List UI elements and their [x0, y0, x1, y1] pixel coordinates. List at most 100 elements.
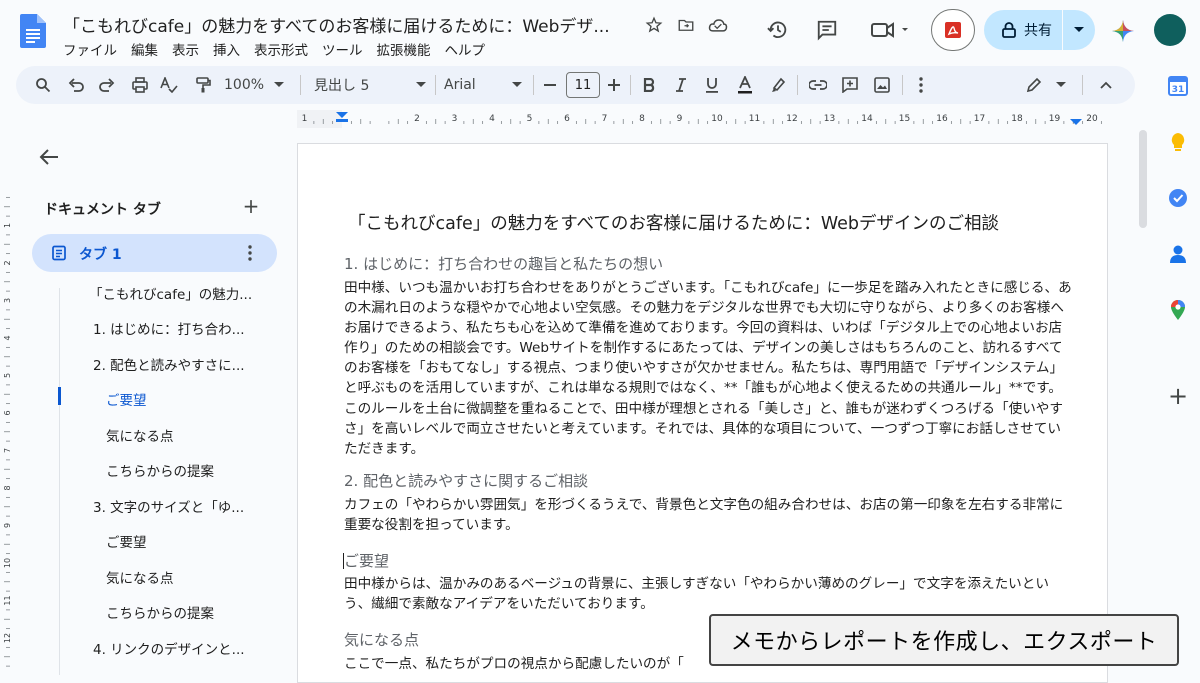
vruler-label: 9: [3, 523, 12, 528]
vertical-ruler[interactable]: 1 2 3 4 5 6 7 8 9 10 11 12: [0, 128, 14, 675]
insert-comment-icon[interactable]: [840, 75, 860, 95]
menu-edit[interactable]: 編集: [124, 38, 165, 60]
horizontal-ruler[interactable]: 1 2 3 4 5 6 7 8 9 10 11 12 13 14 15 16 17 18 19 20: [297, 110, 1108, 128]
spellcheck-icon[interactable]: [159, 75, 179, 95]
more-options-icon[interactable]: [913, 75, 929, 95]
menu-extensions[interactable]: 拡張機能: [370, 38, 438, 60]
print-icon[interactable]: [130, 75, 150, 95]
chevron-down-icon: [1056, 82, 1066, 87]
vruler-label: 6: [3, 410, 12, 415]
share-dropdown-icon[interactable]: [1063, 10, 1095, 50]
add-tab-icon[interactable]: +: [241, 194, 261, 218]
ruler-label: 3: [452, 114, 458, 124]
ruler-label: 6: [564, 114, 570, 124]
paint-format-icon[interactable]: [193, 75, 213, 95]
tab-1-label: タブ 1: [79, 247, 122, 263]
ruler-label: 9: [677, 114, 683, 124]
editing-mode-select[interactable]: [1026, 75, 1066, 95]
ruler-label: 1: [302, 114, 308, 124]
maps-icon[interactable]: [1166, 298, 1190, 322]
menu-view[interactable]: 表示: [165, 38, 206, 60]
vruler-label: 8: [3, 485, 12, 490]
menu-tools[interactable]: ツール: [315, 38, 370, 60]
docs-logo-icon[interactable]: [20, 14, 46, 48]
svg-text:31: 31: [1172, 85, 1185, 95]
increase-font-size-icon[interactable]: [606, 75, 622, 95]
move-folder-icon[interactable]: [675, 14, 697, 36]
ruler-label: 14: [861, 114, 873, 124]
ruler-label: 8: [639, 114, 645, 124]
cloud-saved-icon[interactable]: [707, 14, 729, 36]
comments-icon[interactable]: [815, 18, 839, 42]
paragraph-style-select[interactable]: 見出し 5: [314, 75, 426, 95]
calendar-icon[interactable]: 31: [1166, 74, 1190, 98]
font-size-input[interactable]: 11: [566, 72, 600, 98]
tab-more-icon[interactable]: [242, 243, 258, 263]
ruler-label: 10: [711, 114, 723, 124]
hide-menus-icon[interactable]: [1096, 75, 1116, 95]
section-heading: 2. 配色と読みやすさに関するご相談: [344, 472, 589, 490]
outline-item[interactable]: こちらからの提案: [106, 602, 276, 622]
meet-call-button[interactable]: [868, 18, 912, 42]
document-title[interactable]: 「こもれびcafe」の魅力をすべてのお客様に届けるために：Webデザ...: [63, 12, 633, 37]
outline-item[interactable]: 4. リンクのデザインと...: [93, 638, 263, 658]
ruler-label: 4: [489, 114, 495, 124]
insert-image-icon[interactable]: [872, 75, 892, 95]
version-history-icon[interactable]: [766, 18, 790, 42]
header: 「こもれびcafe」の魅力をすべてのお客様に届けるために：Webデザ... ファ…: [0, 0, 1200, 64]
outline-item[interactable]: ご要望: [106, 531, 276, 551]
zoom-select[interactable]: 100%: [224, 75, 288, 95]
outline-item[interactable]: 3. 文字のサイズと「ゆ...: [93, 496, 263, 516]
chevron-down-icon: [416, 82, 426, 87]
share-button[interactable]: 共有: [984, 10, 1095, 50]
font-select[interactable]: Arial: [444, 75, 522, 95]
pencil-icon: [1026, 77, 1042, 93]
tab-1[interactable]: タブ 1: [32, 234, 277, 272]
decrease-font-size-icon[interactable]: [542, 75, 558, 95]
menu-format[interactable]: 表示形式: [247, 38, 315, 60]
vruler-label: 10: [3, 558, 12, 568]
contacts-icon[interactable]: [1166, 242, 1190, 266]
bold-icon[interactable]: [640, 75, 658, 95]
outline-item[interactable]: 1. はじめに：打ち合わ...: [93, 318, 263, 338]
menu-insert[interactable]: 挿入: [206, 38, 247, 60]
share-label: 共有: [1024, 23, 1052, 39]
outline-item[interactable]: 気になる点: [106, 425, 276, 445]
text-color-icon[interactable]: [735, 75, 755, 95]
ruler-label: 15: [899, 114, 910, 124]
keep-icon[interactable]: [1166, 130, 1190, 154]
underline-icon[interactable]: [703, 75, 721, 95]
menu-help[interactable]: ヘルプ: [438, 38, 493, 60]
highlight-color-icon[interactable]: [768, 75, 788, 95]
undo-icon[interactable]: [66, 75, 86, 95]
vruler-label: 3: [3, 298, 12, 303]
paragraph: 田中様、いつも温かいお打ち合わせをありがとうございます。「こもれびcafe」に一…: [344, 280, 1072, 457]
menu-file[interactable]: ファイル: [56, 38, 124, 60]
vruler-label: 2: [3, 260, 12, 265]
ruler-label: 11: [749, 114, 760, 124]
right-indent-marker[interactable]: [1070, 119, 1082, 125]
toolbar: 100% 見出し 5 Arial 11: [16, 66, 1135, 104]
italic-icon[interactable]: [672, 75, 690, 95]
document-page[interactable]: 「こもれびcafe」の魅力をすべてのお客様に届けるために：Webデザインのご相談…: [297, 143, 1108, 683]
ruler-label: 17: [974, 114, 985, 124]
pdf-export-button[interactable]: [931, 9, 975, 51]
back-arrow-icon[interactable]: [39, 148, 59, 166]
star-icon[interactable]: [643, 14, 665, 36]
document-tabs-sidebar: ドキュメント タブ + タブ 1 「こもれびcafe」の魅力... 1. はじめ…: [17, 128, 287, 675]
outline-item[interactable]: 気になる点: [106, 567, 276, 587]
vertical-scrollbar[interactable]: [1139, 130, 1147, 228]
redo-icon[interactable]: [97, 75, 117, 95]
get-addons-icon[interactable]: +: [1166, 382, 1190, 410]
insert-link-icon[interactable]: [808, 75, 828, 95]
outline-item[interactable]: こちらからの提案: [106, 460, 276, 480]
gemini-icon[interactable]: [1110, 18, 1136, 44]
outline-item[interactable]: 2. 配色と読みやすさに...: [93, 354, 263, 374]
outline-item-active[interactable]: ご要望: [106, 389, 276, 409]
outline-item[interactable]: 「こもれびcafe」の魅力...: [89, 283, 259, 303]
active-outline-indicator: [58, 387, 61, 405]
share-main[interactable]: 共有: [984, 10, 1062, 50]
search-menus-icon[interactable]: [33, 75, 53, 95]
tasks-icon[interactable]: [1166, 186, 1190, 210]
avatar[interactable]: [1154, 14, 1186, 46]
